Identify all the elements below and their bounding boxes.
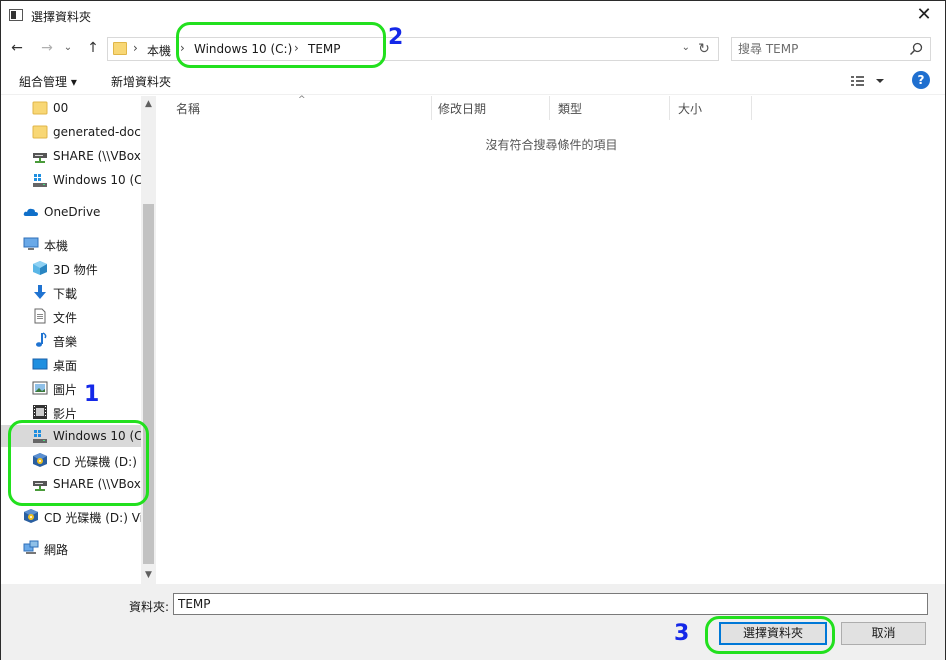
sidebar-item[interactable]: SHARE (\\VBox (1, 145, 141, 167)
network-drive-icon (32, 148, 48, 164)
step-marker-2: 2 (388, 25, 404, 50)
folder-name-input[interactable] (173, 593, 928, 615)
sidebar-item-label: 本機 (44, 239, 69, 253)
back-button[interactable]: ← (7, 37, 27, 59)
sidebar-item-label: Windows 10 (C: (53, 173, 141, 187)
sidebar-item-label: generated-doc (53, 125, 141, 139)
navigation-bar: ← → ⌄ ↑ › 本機 › Windows 10 (C:) › TEMP ⌄ … (1, 34, 945, 62)
cloud-icon (23, 204, 39, 220)
help-button[interactable]: ? (912, 71, 930, 89)
video-icon (32, 404, 48, 420)
dialog-app-icon (9, 9, 23, 21)
document-icon (32, 308, 48, 324)
view-options-icon[interactable] (849, 71, 889, 91)
address-history-dropdown[interactable]: ⌄ (682, 42, 690, 53)
scroll-up-arrow[interactable]: ▲ (141, 96, 156, 113)
computer-icon (23, 236, 39, 252)
search-input[interactable] (738, 41, 898, 57)
sidebar-item-label: 文件 (53, 311, 78, 325)
sidebar-item[interactable]: OneDrive (1, 201, 141, 223)
sort-ascending-icon: ^ (298, 95, 306, 105)
scroll-down-arrow[interactable]: ▼ (141, 567, 156, 584)
folder-field-label: 資料夾: (129, 600, 170, 614)
close-button[interactable]: ✕ (909, 3, 939, 29)
command-bar: 組合管理 ▾ 新增資料夾 ? (1, 67, 945, 95)
sidebar-item[interactable]: 本機 (1, 233, 141, 255)
cd-drive-icon (23, 508, 39, 524)
network-icon (23, 540, 39, 556)
download-icon (32, 284, 48, 300)
navigation-pane-scrollbar[interactable]: ▲ ▼ (141, 96, 156, 584)
recent-locations-button[interactable]: ⌄ (61, 37, 75, 59)
organize-button[interactable]: 組合管理 ▾ (19, 73, 77, 90)
sidebar-item-label: 網路 (44, 543, 69, 557)
cube-icon (32, 260, 48, 276)
highlight-drives-group (8, 420, 149, 506)
sidebar-item[interactable]: generated-doc (1, 121, 141, 143)
search-box[interactable] (731, 37, 931, 61)
sidebar-item[interactable]: Windows 10 (C: (1, 169, 141, 191)
sidebar-item-label: 00 (53, 101, 69, 115)
music-icon (32, 332, 48, 348)
sidebar-item[interactable]: 00 (1, 97, 141, 119)
desktop-icon (32, 356, 48, 372)
window-title: 選擇資料夾 (31, 10, 92, 24)
sidebar-item[interactable]: 圖片 (1, 377, 141, 399)
file-list-pane[interactable]: 名稱 ^ 修改日期 類型 大小 沒有符合搜尋條件的項目 (158, 95, 945, 584)
sidebar-item-label: 3D 物件 (53, 263, 98, 277)
sidebar-item-label: OneDrive (44, 205, 101, 219)
column-header-size[interactable]: 大小 (670, 96, 752, 120)
highlight-breadcrumb-path (176, 22, 386, 68)
breadcrumb-this-pc[interactable]: 本機 (147, 42, 171, 59)
sidebar-item[interactable]: CD 光碟機 (D:) Vi (1, 505, 141, 527)
sidebar-item[interactable]: 桌面 (1, 353, 141, 375)
highlight-select-button (705, 616, 835, 654)
pictures-icon (32, 380, 48, 396)
sidebar-item[interactable]: 3D 物件 (1, 257, 141, 279)
folder-picker-dialog: 選擇資料夾 ✕ ← → ⌄ ↑ › 本機 › Windows 10 (C:) ›… (0, 0, 946, 660)
forward-button[interactable]: → (37, 37, 57, 59)
folder-icon (32, 124, 48, 140)
empty-folder-message: 沒有符合搜尋條件的項目 (485, 138, 618, 152)
sidebar-item[interactable]: 音樂 (1, 329, 141, 351)
folder-icon (113, 42, 127, 55)
navigation-pane: 00 generated-doc SHARE (\\VBox Windows 10 (… (1, 96, 156, 584)
column-header-type[interactable]: 類型 (550, 96, 670, 120)
sidebar-item[interactable]: 網路 (1, 537, 141, 559)
refresh-button[interactable]: ↻ (694, 38, 714, 60)
sidebar-item-label: 桌面 (53, 359, 78, 373)
column-header-date-modified[interactable]: 修改日期 (430, 96, 550, 120)
step-marker-1: 1 (84, 382, 100, 407)
up-button[interactable]: ↑ (83, 37, 103, 59)
title-bar: 選擇資料夾 ✕ (1, 1, 945, 31)
sidebar-item[interactable]: 文件 (1, 305, 141, 327)
windows-drive-icon (32, 172, 48, 188)
new-folder-button[interactable]: 新增資料夾 (111, 73, 171, 90)
breadcrumb-separator[interactable]: › (133, 41, 138, 55)
sidebar-item-label: SHARE (\\VBox (53, 149, 141, 163)
scroll-thumb[interactable] (143, 204, 154, 564)
search-icon[interactable] (908, 41, 924, 57)
sidebar-item-label: 下載 (53, 287, 78, 301)
sidebar-item[interactable]: 下載 (1, 281, 141, 303)
cancel-button[interactable]: 取消 (841, 622, 926, 645)
step-marker-3: 3 (674, 621, 690, 646)
sidebar-item-label: CD 光碟機 (D:) Vi (44, 511, 141, 525)
sidebar-item-label: 圖片 (53, 383, 78, 397)
sidebar-item-label: 音樂 (53, 335, 78, 349)
folder-icon (32, 100, 48, 116)
